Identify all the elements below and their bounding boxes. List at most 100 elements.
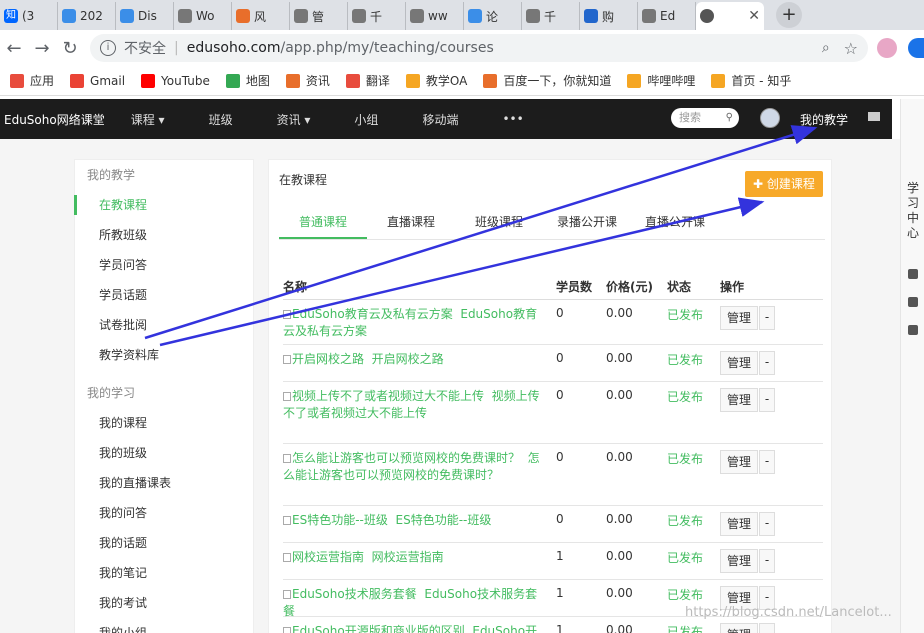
sidebar-learn-item-5[interactable]: 我的笔记	[75, 558, 253, 588]
table-row: 视频上传不了或者视频过大不能上传 视频上传不了或者视频过大不能上传 0 0.00 已发…	[283, 382, 823, 444]
bookmark-item[interactable]: Gmail	[70, 73, 125, 88]
course-name-link[interactable]: 网校运营指南 网校运营指南	[283, 549, 545, 566]
edit-icon[interactable]	[908, 269, 918, 279]
close-tab-icon[interactable]: ✕	[748, 8, 760, 24]
bookmark-item[interactable]: 资讯	[285, 72, 330, 89]
tab-course-type[interactable]: 普通课程	[279, 204, 367, 239]
sidebar-learn-item-0[interactable]: 我的课程	[75, 408, 253, 438]
manage-dropdown-button[interactable]: -	[759, 512, 775, 536]
sidebar-teach-item-0[interactable]: 在教课程	[74, 190, 253, 220]
browser-tab[interactable]: ww	[406, 2, 464, 30]
manage-button[interactable]: 管理	[720, 549, 758, 573]
sidebar-teach-item-4[interactable]: 试卷批阅	[75, 310, 253, 340]
site-nav-item[interactable]: •••	[502, 112, 523, 126]
site-nav-item[interactable]: 小组	[354, 111, 378, 128]
mail-icon[interactable]	[868, 112, 880, 121]
bookmark-item[interactable]: 哔哩哔哩	[627, 72, 695, 89]
manage-dropdown-button[interactable]: -	[759, 450, 775, 474]
col-students: 学员数	[556, 280, 593, 294]
bookmark-label: 哔哩哔哩	[647, 74, 696, 88]
sidebar-learn-item-4[interactable]: 我的话题	[75, 528, 253, 558]
bookmark-item[interactable]: 应用	[10, 72, 54, 89]
forward-icon[interactable]: →	[28, 38, 56, 59]
manage-dropdown-button[interactable]: -	[759, 549, 775, 573]
profile-avatar-icon[interactable]	[877, 38, 897, 58]
course-name-link[interactable]: 视频上传不了或者视频过大不能上传 视频上传不了或者视频过大不能上传	[283, 388, 545, 422]
sidebar-learn-item-2[interactable]: 我的直播课表	[75, 468, 253, 498]
browser-tab[interactable]: 知 (3	[0, 2, 58, 30]
course-name-link[interactable]: ES特色功能--班级 ES特色功能--班级	[283, 512, 545, 529]
browser-tab[interactable]: Wo	[174, 2, 232, 30]
tab-course-type[interactable]: 录播公开课	[543, 204, 631, 239]
course-name-link[interactable]: 开启网校之路 开启网校之路	[283, 351, 545, 368]
site-nav-item[interactable]: 课程 ▾	[131, 111, 165, 128]
user-avatar[interactable]	[760, 108, 780, 128]
manage-button[interactable]: 管理	[720, 450, 758, 474]
browser-tab[interactable]: 风	[232, 2, 290, 30]
back-icon[interactable]: ←	[0, 38, 28, 59]
globe-icon	[352, 9, 366, 23]
browser-tab[interactable]: Dis	[116, 2, 174, 30]
site-nav-item[interactable]: 资讯 ▾	[277, 111, 311, 128]
extension-icon[interactable]	[908, 38, 924, 58]
manage-button[interactable]: 管理	[720, 623, 758, 633]
site-info-icon[interactable]: i	[100, 40, 116, 56]
bookmark-item[interactable]: 地图	[225, 72, 270, 89]
browser-tab[interactable]: 千	[348, 2, 406, 30]
bookmark-item[interactable]: 首页 - 知乎	[711, 72, 791, 89]
manage-dropdown-button[interactable]: -	[759, 623, 775, 633]
tab-course-type[interactable]: 班级课程	[455, 204, 543, 239]
site-nav-item[interactable]: 班级	[209, 111, 233, 128]
new-tab-button[interactable]: +	[776, 2, 802, 28]
bookmark-item[interactable]: YouTube	[141, 73, 210, 88]
manage-dropdown-button[interactable]: -	[759, 351, 775, 375]
sidebar: 我的教学 在教课程 所教班级 学员问答 学员话题 试卷批阅 教学资料库 我的学习 我的课程 我的班…	[74, 159, 254, 633]
course-name-link[interactable]: 怎么能让游客也可以预览网校的免费课时？ 怎么能让游客也可以预览网校的免费课时？	[283, 450, 545, 484]
site-brand[interactable]: EduSoho网络课堂	[4, 111, 105, 128]
url-bar[interactable]: i 不安全 | edusoho.com /app.php/my/teaching…	[90, 34, 868, 62]
sidebar-teach-item-1[interactable]: 所教班级	[75, 220, 253, 250]
tab-course-type[interactable]: 直播课程	[367, 204, 455, 239]
manage-button[interactable]: 管理	[720, 388, 758, 412]
create-course-button[interactable]: ✚ 创建课程	[745, 171, 823, 197]
search-icon[interactable]: ⚲	[726, 108, 733, 128]
learning-center-label[interactable]: 学习中心	[907, 181, 919, 241]
active-browser-tab[interactable]: ✕	[696, 2, 764, 30]
browser-tab[interactable]: 论	[464, 2, 522, 30]
manage-dropdown-button[interactable]: -	[759, 306, 775, 330]
bookmark-label: 首页 - 知乎	[731, 74, 792, 88]
sidebar-learn-item-1[interactable]: 我的班级	[75, 438, 253, 468]
bookmark-item[interactable]: 翻译	[345, 72, 390, 89]
manage-button[interactable]: 管理	[720, 306, 758, 330]
sidebar-learn-item-3[interactable]: 我的问答	[75, 498, 253, 528]
manage-dropdown-button[interactable]: -	[759, 388, 775, 412]
browser-tab[interactable]: 202	[58, 2, 116, 30]
bookmark-star-icon[interactable]: ☆	[844, 39, 858, 58]
bell-icon[interactable]	[908, 325, 918, 335]
browser-tab[interactable]: 管	[290, 2, 348, 30]
sidebar-teach-item-2[interactable]: 学员问答	[75, 250, 253, 280]
manage-button[interactable]: 管理	[720, 351, 758, 375]
tab-course-type[interactable]: 直播公开课	[631, 204, 719, 239]
sidebar-learn-item-6[interactable]: 我的考试	[75, 588, 253, 618]
browser-tab[interactable]: 购	[580, 2, 638, 30]
browser-tab-title: 千	[370, 9, 383, 24]
my-teaching-link[interactable]: 我的教学	[800, 111, 848, 128]
browser-tab[interactable]: Ed	[638, 2, 696, 30]
book-icon[interactable]	[908, 297, 918, 307]
course-name-link[interactable]: EduSoho技术服务套餐 EduSoho技术服务套餐	[283, 586, 545, 620]
site-search-input[interactable]: 搜索 ⚲	[671, 108, 739, 128]
zoom-search-icon[interactable]: ⌕	[822, 40, 830, 56]
course-name-link[interactable]: EduSoho教育云及私有云方案 EduSoho教育云及私有云方案	[283, 306, 545, 340]
bookmark-item[interactable]: 教学OA	[405, 72, 467, 89]
table-row: EduSoho教育云及私有云方案 EduSoho教育云及私有云方案 0 0.00 已发…	[283, 300, 823, 345]
reload-icon[interactable]: ↻	[56, 38, 84, 59]
sidebar-teach-item-5[interactable]: 教学资料库	[75, 340, 253, 370]
bookmark-item[interactable]: 百度一下，你就知道	[483, 72, 611, 89]
manage-button[interactable]: 管理	[720, 512, 758, 536]
course-name-link[interactable]: EduSoho开源版和商业版的区别 EduSoho开源版和商业版的区别	[283, 623, 545, 633]
browser-tab[interactable]: 千	[522, 2, 580, 30]
sidebar-learn-item-7[interactable]: 我的小组	[75, 618, 253, 633]
site-nav-item[interactable]: 移动端	[422, 111, 458, 128]
sidebar-teach-item-3[interactable]: 学员话题	[75, 280, 253, 310]
